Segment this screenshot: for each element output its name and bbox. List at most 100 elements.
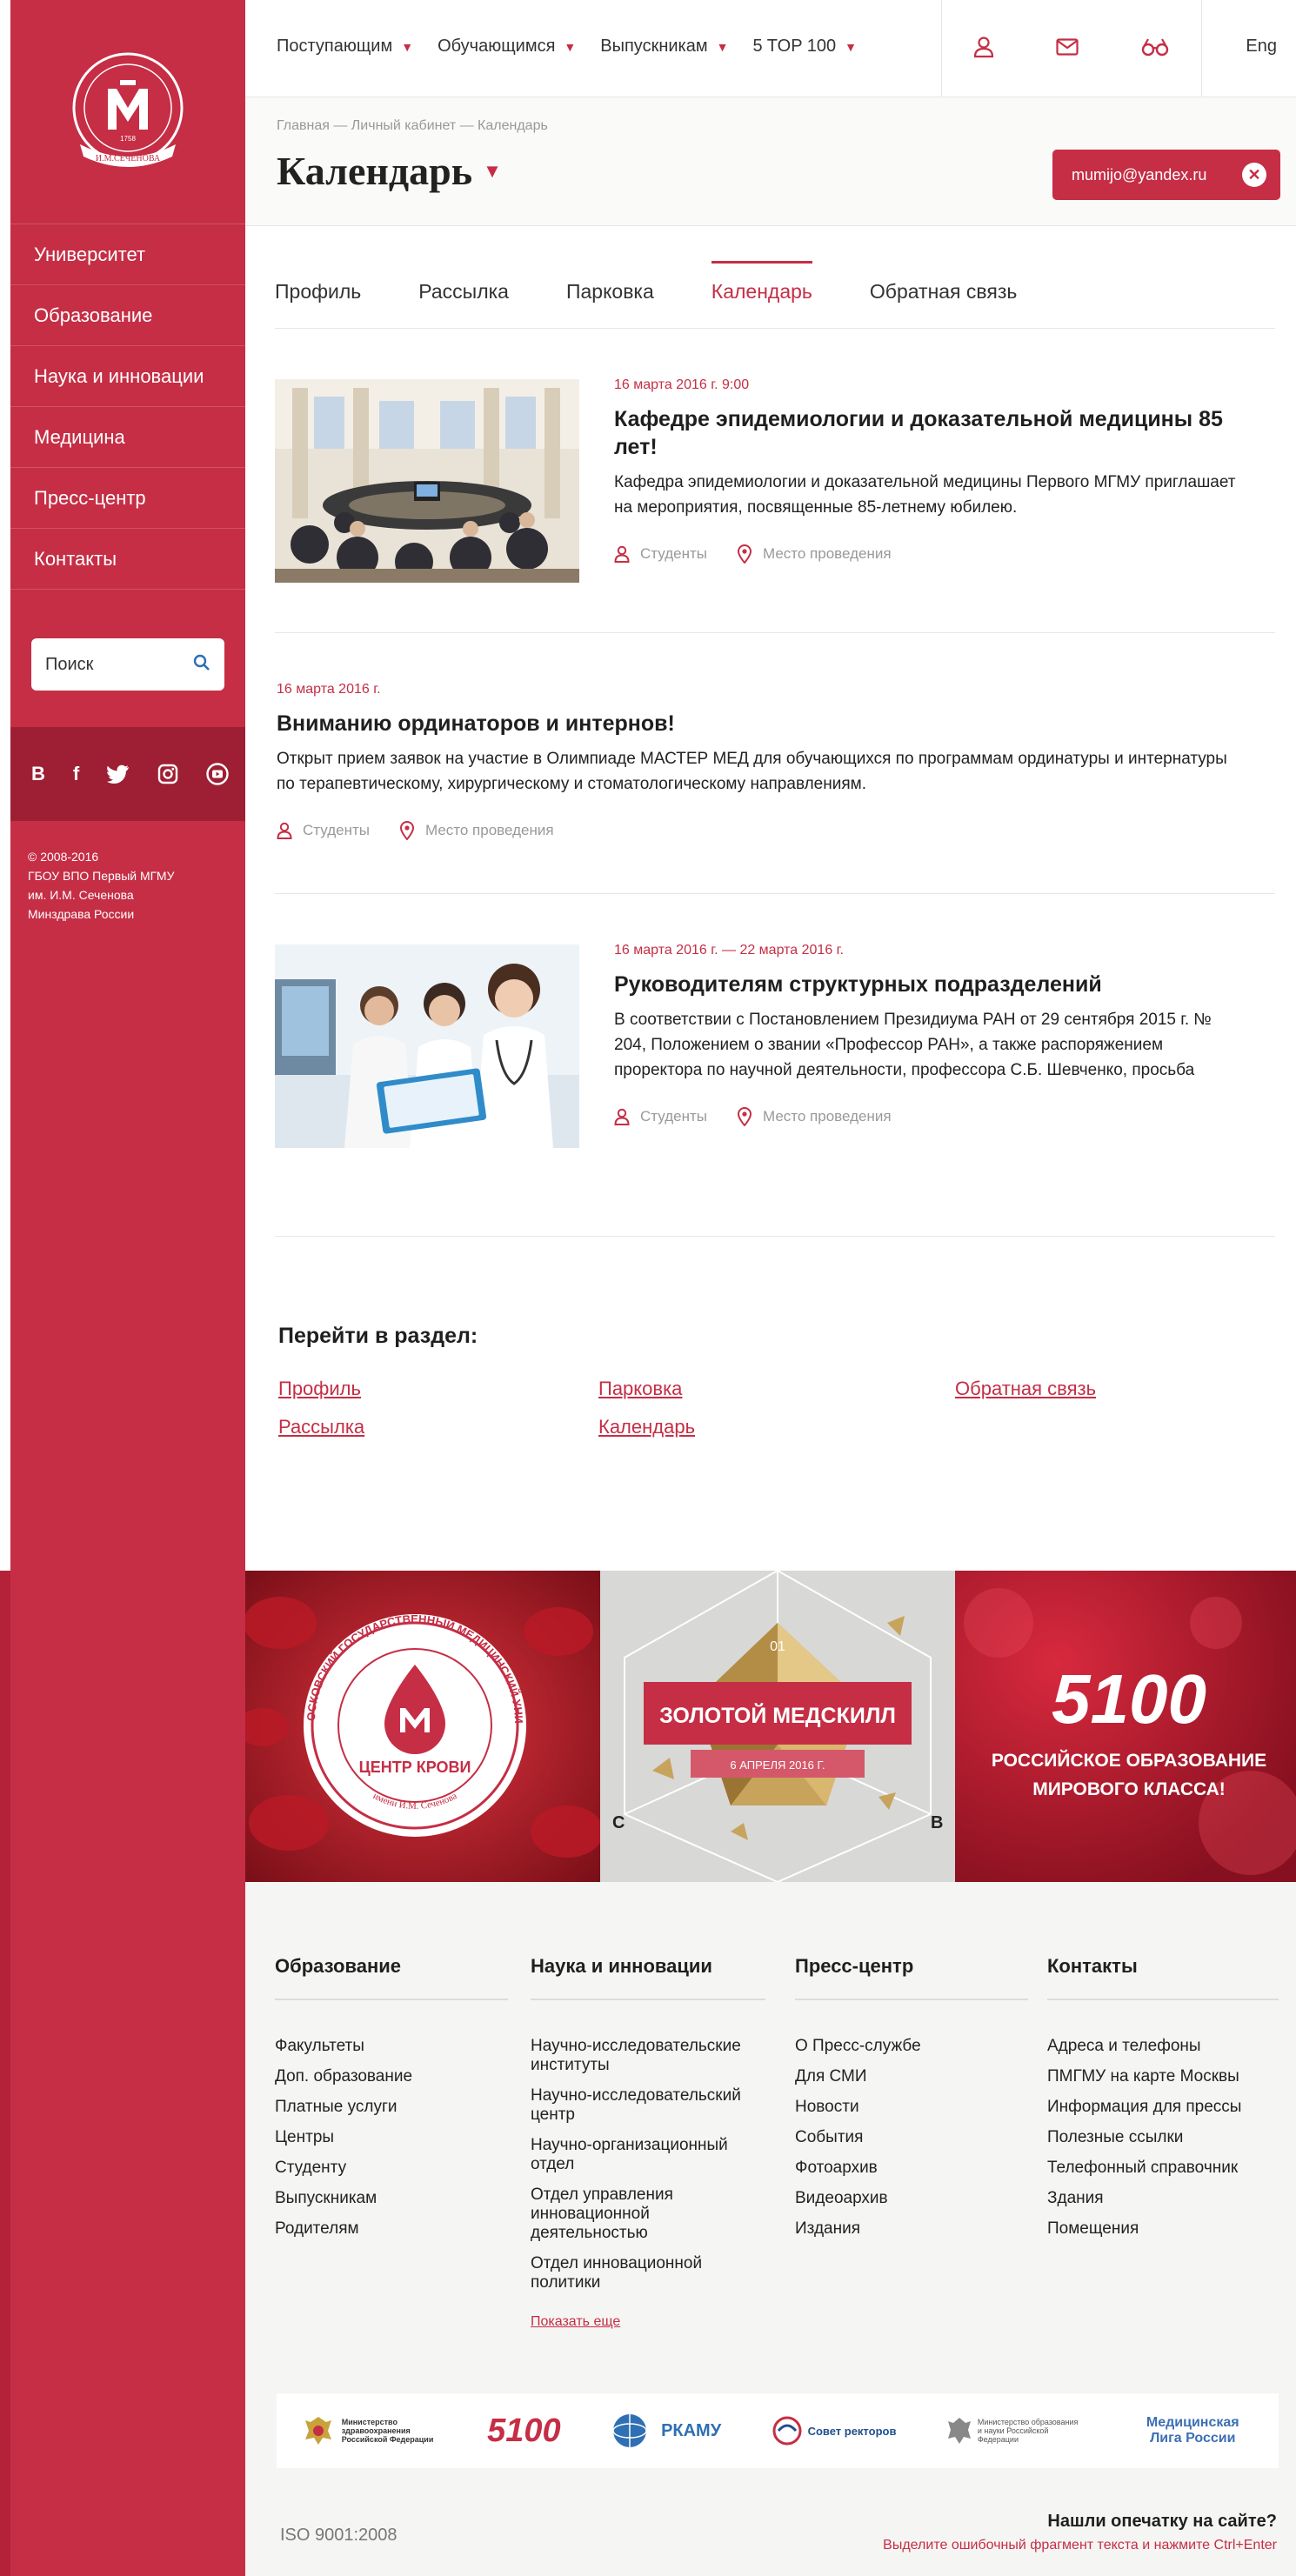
footer-link[interactable]: ПМГМУ на карте Москвы [1047,2067,1279,2086]
footer-link[interactable]: Информация для прессы [1047,2098,1279,2117]
footer-link[interactable]: Отдел инновационной политики [531,2254,765,2292]
search-icon[interactable] [193,654,210,676]
event-body: 16 марта 2016 г. 9:00 Кафедре эпидемиоло… [614,377,1240,564]
goto-link-feedback[interactable]: Обратная связь [955,1378,1096,1400]
footer-link[interactable]: Центры [275,2128,508,2147]
footer-link[interactable]: Научно-организационный отдел [531,2136,765,2174]
event-item[interactable]: 16 марта 2016 г. — 22 марта 2016 г. Руко… [275,894,1275,1237]
footer-link[interactable]: Отдел управления инновационной деятельно… [531,2186,765,2243]
sidebar-item-medicine[interactable]: Медицина [10,407,245,468]
show-more-link[interactable]: Показать еще [531,2314,620,2329]
sidebar: И.М.СЕЧЕНОВА 1758 Университет Образовани… [10,0,245,2576]
event-image[interactable] [275,944,579,1148]
event-place[interactable]: Место проведения [737,544,892,564]
language-switch[interactable]: Eng [1246,37,1277,57]
tab-profile[interactable]: Профиль [275,261,361,328]
vk-icon[interactable]: В [31,763,45,785]
footer-link[interactable]: Студенту [275,2159,508,2178]
partner-council-rectors-logo[interactable]: Совет ректоров [772,2415,896,2446]
topnav-graduates[interactable]: Выпускникам ▼ [600,37,728,57]
tab-feedback[interactable]: Обратная связь [870,261,1017,328]
goto-link-calendar[interactable]: Календарь [598,1416,695,1438]
topnav-students[interactable]: Обучающимся ▼ [438,37,576,57]
footer-link[interactable]: Телефонный справочник [1047,2159,1279,2178]
globe-icon [612,2414,647,2447]
footer-column-title[interactable]: Образование [275,1955,508,2000]
tab-mailing[interactable]: Рассылка [418,261,509,328]
footer-link[interactable]: Научно-исследовательские институты [531,2037,765,2075]
partner-rkamu-logo[interactable]: РКАМУ [611,2412,721,2450]
footer-link[interactable]: О Пресс-службе [795,2037,1028,2056]
event-item[interactable]: 16 марта 2016 г. Вниманию ординаторов и … [275,633,1275,894]
footer-column-title[interactable]: Пресс-центр [795,1955,1028,2000]
footer-link[interactable]: Выпускникам [275,2189,508,2208]
page-title[interactable]: Календарь ▼ [277,148,502,194]
youtube-icon[interactable] [206,763,229,785]
instagram-icon[interactable] [157,764,178,784]
goto-link-profile[interactable]: Профиль [278,1378,361,1400]
event-title[interactable]: Кафедре эпидемиологии и доказательной ме… [614,405,1240,461]
partner-medical-league-logo[interactable]: Медицинская Лига России [1132,2415,1253,2446]
goto-link-mailing[interactable]: Рассылка [278,1416,364,1438]
footer-link[interactable]: Доп. образование [275,2067,508,2086]
mail-icon[interactable] [1056,37,1079,60]
facebook-icon[interactable]: f [73,763,79,785]
event-place[interactable]: Место проведения [737,1107,892,1126]
footer-link[interactable]: Научно-исследовательский центр [531,2086,765,2125]
breadcrumb[interactable]: Главная — Личный кабинет — Календарь [277,118,548,134]
footer-column-title[interactable]: Контакты [1047,1955,1279,2000]
footer-link[interactable]: Адреса и телефоны [1047,2037,1279,2056]
goto-link-parking[interactable]: Парковка [598,1378,682,1400]
event-title[interactable]: Руководителям структурных подразделений [614,971,1240,998]
twitter-icon[interactable] [107,764,130,784]
footer-link[interactable]: Родителям [275,2219,508,2239]
sidebar-item-contacts[interactable]: Контакты [10,529,245,590]
footer-link[interactable]: Полезные ссылки [1047,2128,1279,2147]
goto-section-title: Перейти в раздел: [278,1324,478,1348]
footer-link[interactable]: Издания [795,2219,1028,2239]
user-icon [277,822,292,839]
event-image[interactable] [275,379,579,583]
banner-golden-medskill[interactable]: 01 ЗОЛОТОЙ МЕДСКИЛЛ 6 АПРЕЛЯ 2016 Г. С В [600,1571,955,1882]
event-date: 16 марта 2016 г. — 22 марта 2016 г. [614,943,844,958]
footer-link[interactable]: Фотоархив [795,2159,1028,2178]
user-email-chip[interactable]: mumijo@yandex.ru ✕ [1052,150,1280,200]
topnav-applicants[interactable]: Поступающим ▼ [277,37,413,57]
footer-link[interactable]: Новости [795,2098,1028,2117]
logo-emblem-icon: И.М.СЕЧЕНОВА 1758 [72,52,184,167]
svg-text:5100: 5100 [1052,1660,1206,1738]
footer-link[interactable]: Видеоархив [795,2189,1028,2208]
footer-link[interactable]: События [795,2128,1028,2147]
topnav-5top100[interactable]: 5 TOP 100 ▼ [752,37,857,57]
footer-column-title[interactable]: Наука и инновации [531,1955,765,2000]
partner-minzdrav-logo[interactable]: Министерство здравоохранения Российской … [302,2413,438,2448]
partner-5100-logo[interactable]: 5100 [487,2412,561,2450]
location-pin-icon [399,821,414,840]
banner-blood-center[interactable]: ПЕРВЫЙ МОСКОВСКИЙ ГОСУДАРСТВЕННЫЙ МЕДИЦИ… [245,1571,600,1882]
footer-link[interactable]: Факультеты [275,2037,508,2056]
svg-text:1758: 1758 [120,135,136,143]
glasses-icon[interactable] [1140,37,1170,61]
tab-parking[interactable]: Парковка [566,261,654,328]
close-icon[interactable]: ✕ [1242,163,1266,187]
event-title[interactable]: Вниманию ординаторов и интернов! [277,710,1242,737]
sidebar-item-education[interactable]: Образование [10,285,245,346]
banner-5top100[interactable]: 5100 РОССИЙСКОЕ ОБРАЗОВАНИЕ МИРОВОГО КЛА… [955,1571,1296,1882]
partner-minobrnauki-logo[interactable]: Министерство образования и науки Российс… [946,2416,1082,2446]
event-place[interactable]: Место проведения [399,821,554,840]
footer-link[interactable]: Здания [1047,2189,1279,2208]
university-logo[interactable]: И.М.СЕЧЕНОВА 1758 [10,0,245,224]
typo-report-hint: Выделите ошибочный фрагмент текста и наж… [883,2538,1277,2553]
footer: Образование Факультеты Доп. образование … [245,1882,1296,2576]
sidebar-item-science[interactable]: Наука и инновации [10,346,245,407]
sidebar-item-university[interactable]: Университет [10,224,245,285]
user-icon[interactable] [973,36,994,63]
tab-calendar[interactable]: Календарь [711,261,812,328]
sidebar-item-press[interactable]: Пресс-центр [10,468,245,529]
footer-link[interactable]: Для СМИ [795,2067,1028,2086]
search-input[interactable] [45,654,184,675]
event-item[interactable]: 16 марта 2016 г. 9:00 Кафедре эпидемиоло… [275,329,1275,633]
footer-link[interactable]: Помещения [1047,2219,1279,2239]
footer-link[interactable]: Платные услуги [275,2098,508,2117]
top-nav: Поступающим ▼ Обучающимся ▼ Выпускникам ▼ 5… [277,37,857,57]
